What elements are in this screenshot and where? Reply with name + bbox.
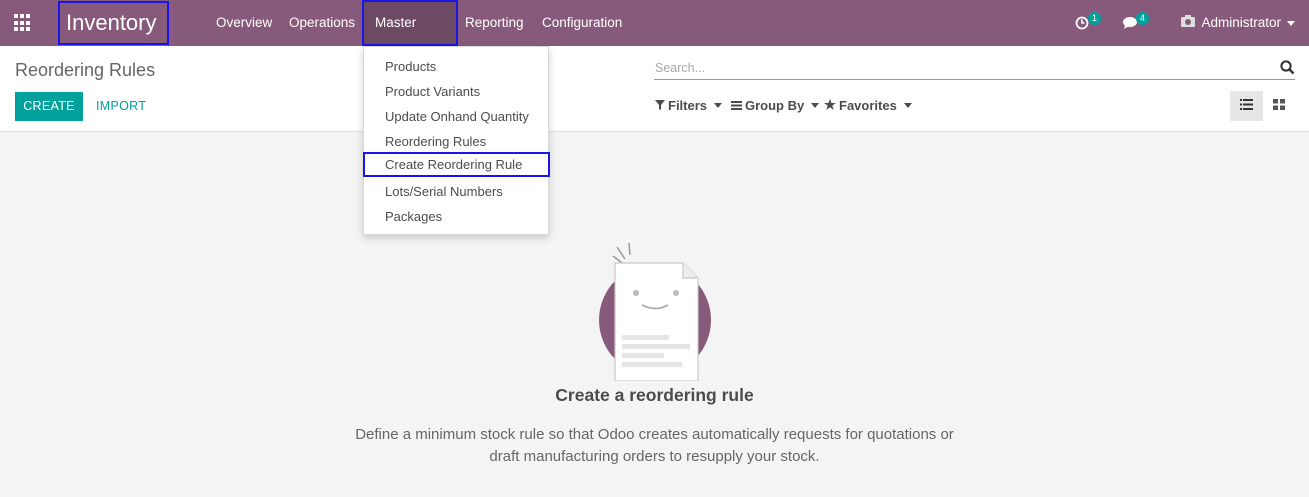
filters-label: Filters (668, 98, 708, 113)
message-count-badge: 4 (1136, 12, 1150, 25)
chevron-down-icon (714, 103, 723, 108)
empty-state-line-2: draft manufacturing orders to resupply y… (489, 448, 820, 465)
page-title: Reordering Rules (15, 60, 156, 80)
import-button[interactable]: IMPORT (96, 92, 146, 121)
empty-state-illustration (596, 241, 716, 386)
menu-configuration[interactable]: Configuration (542, 0, 622, 46)
dropdown-item-products[interactable]: Products (364, 54, 550, 79)
list-view-icon (1240, 97, 1253, 115)
search-input[interactable] (654, 58, 1254, 78)
activity-count-badge: 1 (1088, 12, 1102, 25)
menu-operations[interactable]: Operations (289, 0, 355, 46)
empty-state-title: Create a reordering rule (555, 385, 754, 405)
list-view-button[interactable] (1230, 91, 1263, 121)
bars-icon (731, 98, 742, 113)
kanban-view-button[interactable] (1262, 91, 1295, 121)
menu-overview[interactable]: Overview (216, 0, 272, 46)
user-name: Administrator (1201, 15, 1281, 30)
menu-reporting[interactable]: Reporting (465, 0, 524, 46)
dropdown-item-packages[interactable]: Packages (364, 204, 550, 229)
user-menu[interactable]: Administrator (1181, 0, 1295, 46)
dropdown-item-lots-serial-numbers[interactable]: Lots/Serial Numbers (364, 179, 550, 204)
favorites-label: Favorites (839, 98, 897, 113)
user-avatar-icon (1181, 0, 1196, 46)
apps-grid-icon[interactable] (14, 14, 32, 32)
dropdown-item-reordering-rules[interactable]: Reordering Rules (364, 129, 550, 154)
search-bar (654, 58, 1295, 80)
top-navbar: Inventory Overview Operations Master Dat… (0, 0, 1309, 72)
master-data-dropdown: Products Product Variants Update Onhand … (363, 46, 550, 235)
favorites-dropdown[interactable]: Favorites (824, 98, 912, 113)
star-icon (824, 98, 836, 113)
chevron-down-icon (811, 103, 820, 108)
control-panel: Reordering Rules CREATE IMPORT Filters G… (0, 46, 1309, 132)
app-name-link[interactable]: Inventory (58, 1, 169, 45)
empty-state-description: Define a minimum stock rule so that Odoo… (0, 424, 1309, 468)
chevron-down-icon (903, 103, 912, 108)
group-by-label: Group By (745, 98, 805, 113)
activity-clock-icon[interactable] (1075, 14, 1089, 35)
menu-master-data[interactable]: Master Data (362, 0, 458, 72)
dropdown-item-update-onhand-quantity[interactable]: Update Onhand Quantity (364, 104, 550, 129)
funnel-icon (655, 98, 665, 113)
kanban-view-icon (1272, 97, 1285, 115)
create-button[interactable]: CREATE (15, 92, 83, 121)
search-icon[interactable] (1280, 60, 1295, 80)
dropdown-item-product-variants[interactable]: Product Variants (364, 79, 550, 104)
group-by-dropdown[interactable]: Group By (731, 98, 820, 113)
filters-dropdown[interactable]: Filters (655, 98, 723, 113)
dropdown-item-create-reordering-rule[interactable]: Create Reordering Rule (363, 152, 550, 177)
empty-state-line-1: Define a minimum stock rule so that Odoo… (355, 426, 954, 443)
chevron-down-icon (1287, 20, 1295, 26)
